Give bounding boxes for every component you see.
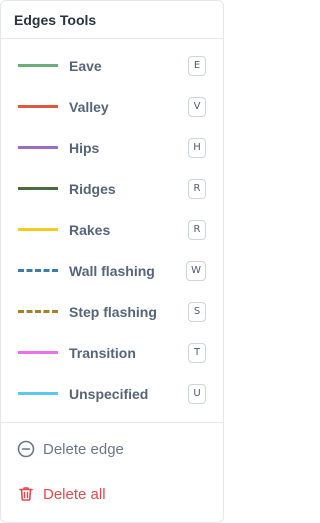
line-swatch <box>18 187 58 190</box>
line-swatch <box>18 105 58 108</box>
line-swatch-wrap <box>1 86 69 127</box>
line-swatch-wrap <box>1 209 69 250</box>
edges-tools-panel: Edges Tools Eave E Valley V Hips H Ridges R Rake… <box>0 0 224 523</box>
tool-hips[interactable]: Hips H <box>1 127 223 168</box>
tool-label: Eave <box>69 57 102 74</box>
delete-edge-label: Delete edge <box>43 440 124 458</box>
shortcut-key: U <box>188 384 206 404</box>
delete-all-label: Delete all <box>43 485 106 503</box>
shortcut-key: T <box>188 343 206 363</box>
tool-ridges[interactable]: Ridges R <box>1 168 223 209</box>
delete-edge-button[interactable]: Delete edge <box>17 440 124 458</box>
divider <box>1 422 223 423</box>
line-swatch <box>18 392 58 395</box>
tool-rakes[interactable]: Rakes R <box>1 209 223 250</box>
line-swatch-wrap <box>1 291 69 332</box>
shortcut-key: E <box>188 56 206 76</box>
line-swatch-wrap <box>1 127 69 168</box>
delete-all-button[interactable]: Delete all <box>17 485 106 503</box>
tool-label: Transition <box>69 344 136 361</box>
shortcut-key: S <box>188 302 206 322</box>
tool-eave[interactable]: Eave E <box>1 45 223 86</box>
tool-label: Rakes <box>69 221 111 238</box>
tool-valley[interactable]: Valley V <box>1 86 223 127</box>
tool-step-flashing[interactable]: Step flashing S <box>1 291 223 332</box>
line-swatch-wrap <box>1 250 69 291</box>
shortcut-key: R <box>188 220 206 240</box>
tool-list: Eave E Valley V Hips H Ridges R Rakes R Wall flash… <box>1 39 223 414</box>
line-swatch-wrap <box>1 45 69 86</box>
shortcut-key: V <box>188 97 206 117</box>
tool-label: Ridges <box>69 180 116 197</box>
tool-transition[interactable]: Transition T <box>1 332 223 373</box>
panel-title: Edges Tools <box>1 1 223 39</box>
shortcut-key: W <box>186 261 206 281</box>
minus-circle-icon <box>17 440 35 458</box>
line-swatch <box>18 269 58 272</box>
line-swatch <box>18 351 58 354</box>
tool-label: Unspecified <box>69 385 149 402</box>
line-swatch-wrap <box>1 168 69 209</box>
line-swatch <box>18 146 58 149</box>
tool-label: Wall flashing <box>69 262 155 279</box>
line-swatch-wrap <box>1 332 69 373</box>
line-swatch-wrap <box>1 373 69 414</box>
tool-label: Hips <box>69 139 100 156</box>
shortcut-key: R <box>188 179 206 199</box>
tool-label: Step flashing <box>69 303 157 320</box>
shortcut-key: H <box>188 138 206 158</box>
tool-unspecified[interactable]: Unspecified U <box>1 373 223 414</box>
line-swatch <box>18 64 58 67</box>
line-swatch <box>18 310 58 313</box>
trash-icon <box>19 487 33 501</box>
tool-label: Valley <box>69 98 109 115</box>
tool-wall-flashing[interactable]: Wall flashing W <box>1 250 223 291</box>
line-swatch <box>18 228 58 231</box>
